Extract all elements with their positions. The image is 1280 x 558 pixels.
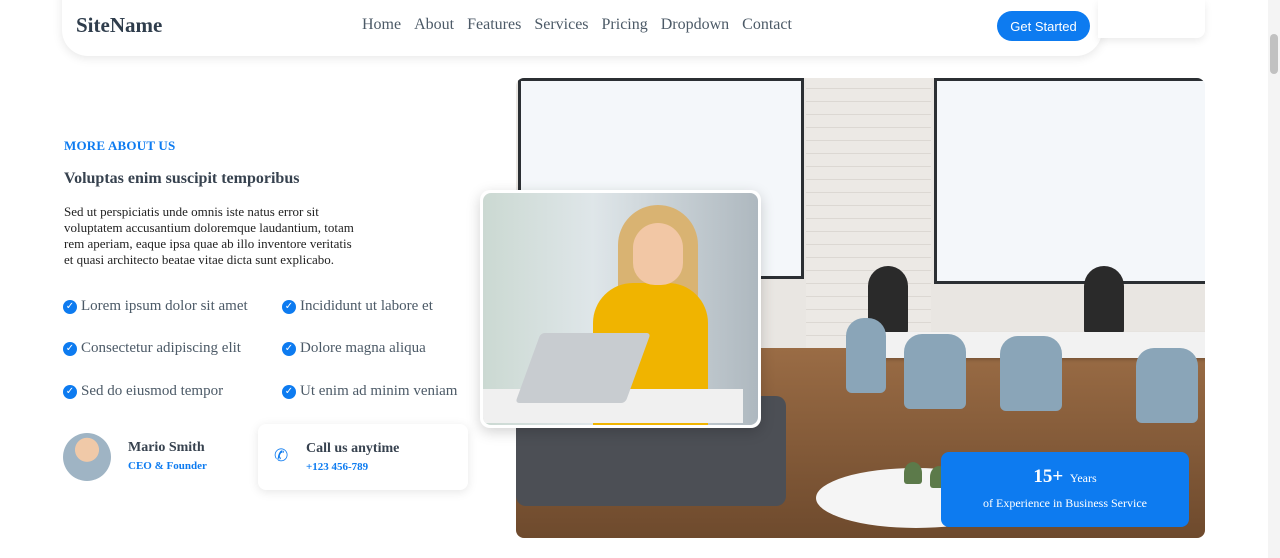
founder-role: CEO & Founder [128, 460, 207, 472]
feature-label: Consectetur adipiscing elit [81, 340, 241, 356]
check-circle-icon: ✓ [63, 384, 77, 399]
nav-services[interactable]: Services [534, 16, 588, 34]
check-circle-icon: ✓ [282, 384, 296, 399]
nav-contact[interactable]: Contact [742, 16, 792, 34]
plant [904, 462, 922, 484]
feature-item: ✓ Lorem ipsum dolor sit amet [63, 298, 248, 315]
founder-name: Mario Smith [128, 440, 205, 455]
chair [1000, 336, 1062, 411]
scrollbar-track[interactable] [1268, 0, 1280, 558]
feature-label: Incididunt ut labore et [300, 298, 433, 314]
get-started-button[interactable]: Get Started [997, 11, 1090, 41]
avatar [63, 433, 111, 481]
feature-item: ✓ Dolore magna aliqua [282, 340, 426, 357]
portrait-card [480, 190, 761, 428]
feature-label: Ut enim ad minim veniam [300, 383, 458, 399]
nav-dropdown[interactable]: Dropdown [661, 16, 729, 34]
feature-label: Dolore magna aliqua [300, 340, 426, 356]
experience-number: 15+ [1033, 466, 1064, 487]
call-card[interactable]: ✆ Call us anytime +123 456-789 [258, 424, 468, 490]
chair [846, 318, 886, 393]
feature-item: ✓ Incididunt ut labore et [282, 298, 433, 315]
chair [904, 334, 966, 409]
section-eyebrow: MORE ABOUT US [64, 138, 176, 153]
nav-home[interactable]: Home [362, 16, 401, 34]
section-description: Sed ut perspiciatis unde omnis iste natu… [64, 204, 354, 267]
scrollbar-thumb[interactable] [1270, 34, 1278, 74]
nav-features[interactable]: Features [467, 16, 521, 34]
experience-number-line: 15+ Years [941, 466, 1189, 488]
check-circle-icon: ✓ [63, 299, 77, 314]
woman-face [633, 223, 683, 285]
header-tail [1098, 0, 1205, 38]
experience-text: of Experience in Business Service [983, 496, 1147, 510]
window-right [934, 78, 1205, 284]
experience-badge: 15+ Years of Experience in Business Serv… [941, 452, 1189, 527]
phone-icon: ✆ [274, 446, 289, 466]
feature-item: ✓ Ut enim ad minim veniam [282, 383, 457, 400]
portrait-image [483, 193, 758, 425]
chair [1136, 348, 1198, 423]
feature-item: ✓ Consectetur adipiscing elit [63, 340, 241, 357]
feature-label: Lorem ipsum dolor sit amet [81, 298, 248, 314]
section-heading: Voluptas enim suscipit temporibus [64, 170, 300, 187]
check-circle-icon: ✓ [282, 341, 296, 356]
feature-item: ✓ Sed do eiusmod tempor [63, 383, 223, 400]
site-logo[interactable]: SiteName [76, 13, 162, 38]
main-nav: Home About Features Services Pricing Dro… [362, 16, 792, 34]
seated-person [1084, 266, 1124, 336]
feature-label: Sed do eiusmod tempor [81, 383, 224, 399]
nav-about[interactable]: About [414, 16, 454, 34]
check-circle-icon: ✓ [282, 299, 296, 314]
check-circle-icon: ✓ [63, 341, 77, 356]
call-phone[interactable]: +123 456-789 [306, 461, 368, 473]
nav-pricing[interactable]: Pricing [602, 16, 648, 34]
call-title: Call us anytime [306, 441, 400, 456]
experience-unit: Years [1069, 471, 1097, 485]
